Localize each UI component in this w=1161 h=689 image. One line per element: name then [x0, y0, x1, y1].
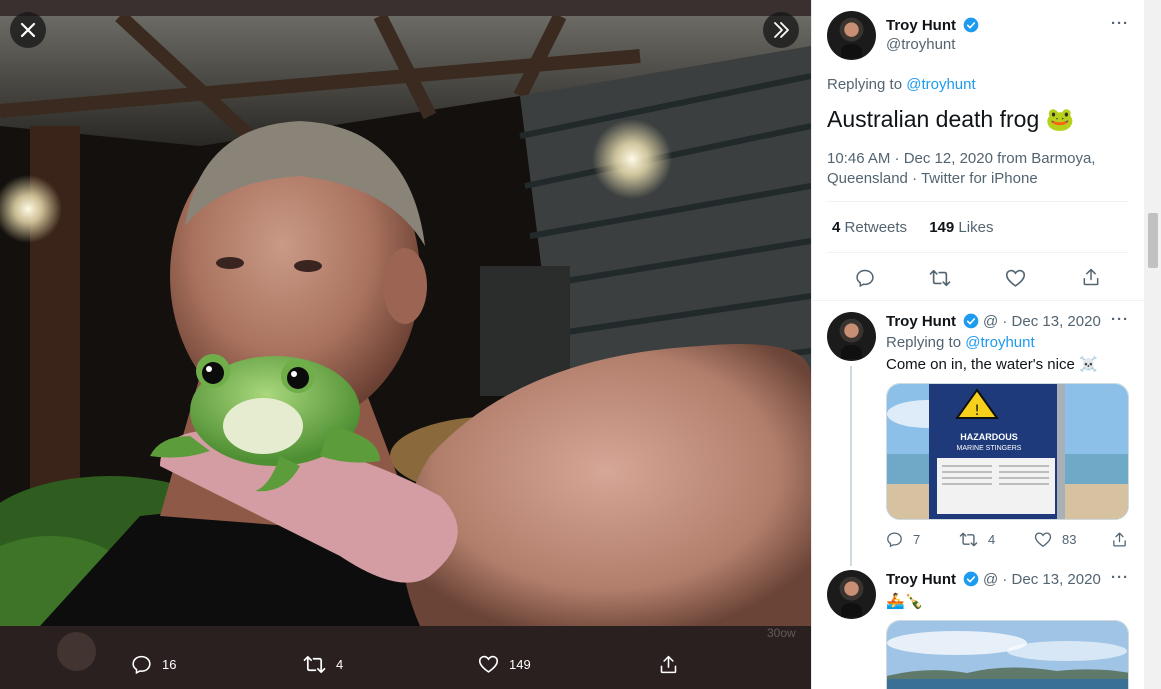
tweet-meta: 10:46 AM · Dec 12, 2020 from Barmoya, Qu…: [827, 149, 1127, 189]
verified-badge-icon: [963, 313, 979, 329]
replying-to-link[interactable]: @troyhunt: [965, 334, 1034, 351]
reply-text: Come on in, the water's nice ☠️: [886, 356, 1098, 373]
reply-photo[interactable]: ! HAZARDOUS MARINE STINGERS: [886, 383, 1129, 520]
divider: [827, 201, 1128, 202]
scrollbar[interactable]: [1144, 0, 1161, 689]
avatar[interactable]: [827, 570, 876, 619]
reply1-retweet-count: 4: [988, 532, 996, 547]
reply-icon: [856, 269, 874, 288]
viewer-retweet-count: 4: [336, 657, 344, 672]
reply-replying-to: Replying to @troyhunt: [886, 334, 1035, 351]
retweet-icon: [959, 532, 978, 547]
scrollbar-thumb[interactable]: [1148, 213, 1158, 268]
viewer-reply-button[interactable]: 16: [131, 654, 176, 675]
reply2-handle-date[interactable]: @ · Dec 13, 2020: [983, 571, 1101, 588]
ghost-text: 30ow: [767, 626, 796, 640]
tweet-photo[interactable]: [0, 16, 811, 626]
share-button[interactable]: [1081, 267, 1101, 292]
reply-button[interactable]: [855, 268, 875, 293]
reply-author-name-text: Troy Hunt: [886, 313, 956, 330]
reply1-like-button[interactable]: 83: [1034, 531, 1076, 548]
tweet-stats: 4 Retweets 149 Likes: [832, 219, 993, 236]
verified-badge-icon: [963, 17, 979, 33]
divider: [827, 252, 1128, 253]
viewer-reply-count: 16: [162, 657, 177, 672]
reply1-reply-count: 7: [913, 532, 921, 547]
sign-title: HAZARDOUS: [960, 432, 1018, 442]
avatar[interactable]: [827, 312, 876, 361]
reply1-reply-button[interactable]: 7: [886, 531, 920, 548]
author-handle[interactable]: @troyhunt: [886, 36, 955, 53]
reply1-retweet-button[interactable]: 4: [959, 531, 995, 548]
viewer-top-strip: [0, 0, 811, 16]
viewer-retweet-button[interactable]: 4: [303, 654, 343, 675]
heart-icon: [1034, 532, 1052, 548]
heart-icon: [478, 655, 499, 673]
stinger-sign-photo: ! HAZARDOUS MARINE STINGERS: [887, 384, 1128, 519]
replying-to-link[interactable]: @troyhunt: [906, 76, 975, 93]
reply-icon: [132, 655, 151, 675]
app-root: 30ow 16 4 149 Troy Hunt @troyhunt ··· Re…: [0, 0, 1161, 689]
share-icon: [1083, 268, 1099, 286]
more-options-icon[interactable]: ···: [1111, 569, 1129, 586]
media-viewer: 30ow 16 4 149: [0, 0, 811, 689]
likes-stat[interactable]: 149 Likes: [929, 219, 993, 236]
tweet-timestamp[interactable]: 10:46 AM · Dec 12, 2020 from Barmoya,: [827, 149, 1127, 169]
replying-label: Replying to: [827, 76, 903, 93]
share-icon: [660, 655, 677, 674]
reply1-share-button[interactable]: [1111, 531, 1128, 548]
verified-badge-icon: [963, 571, 979, 587]
like-button[interactable]: [1005, 268, 1026, 293]
author-name-text: Troy Hunt: [886, 17, 956, 34]
reply2-author-name-text: Troy Hunt: [886, 571, 956, 588]
photo-illustration: [0, 16, 811, 626]
more-options-icon[interactable]: ···: [1111, 15, 1129, 32]
viewer-like-count: 149: [509, 656, 531, 672]
viewer-action-bar: 30ow: [0, 626, 811, 689]
chevrons-right-icon: [774, 22, 789, 38]
more-options-icon[interactable]: ···: [1111, 311, 1129, 328]
reply-author-name[interactable]: Troy Hunt: [886, 313, 979, 330]
share-icon: [1113, 532, 1126, 547]
expand-panel-button[interactable]: [763, 12, 799, 48]
sign-subtitle: MARINE STINGERS: [957, 445, 1022, 452]
reply-handle-date[interactable]: @ · Dec 13, 2020: [983, 313, 1101, 330]
reply1-like-count: 83: [1062, 532, 1077, 547]
close-button[interactable]: [10, 12, 46, 48]
author-name[interactable]: Troy Hunt: [886, 17, 979, 34]
ghost-avatar: [57, 632, 96, 671]
tweet-text-body: Australian death frog: [827, 106, 1040, 132]
retweet-icon: [303, 656, 326, 673]
retweet-icon: [929, 269, 951, 287]
avatar[interactable]: [827, 11, 876, 60]
reply-icon: [887, 532, 902, 548]
tweet-text: Australian death frog 🐸: [827, 106, 1074, 133]
thread-connector: [850, 366, 852, 566]
divider: [811, 300, 1144, 301]
tweet-location-source[interactable]: Queensland · Twitter for iPhone: [827, 169, 1127, 189]
heart-icon: [1005, 269, 1026, 287]
viewer-share-button[interactable]: [658, 654, 679, 675]
reply2-photo[interactable]: [886, 620, 1129, 689]
retweets-stat[interactable]: 4 Retweets: [832, 219, 907, 236]
close-icon: [20, 22, 36, 38]
reply2-text: 🚣🍾: [886, 593, 924, 610]
retweet-button[interactable]: [929, 268, 951, 293]
svg-text:!: !: [974, 403, 980, 419]
reply2-author-name[interactable]: Troy Hunt: [886, 571, 979, 588]
replying-to: Replying to @troyhunt: [827, 76, 976, 93]
viewer-like-button[interactable]: 149: [478, 654, 531, 674]
ocean-photo: [887, 621, 1128, 689]
frog-emoji: 🐸: [1045, 106, 1075, 132]
replying-label: Replying to: [886, 334, 962, 351]
